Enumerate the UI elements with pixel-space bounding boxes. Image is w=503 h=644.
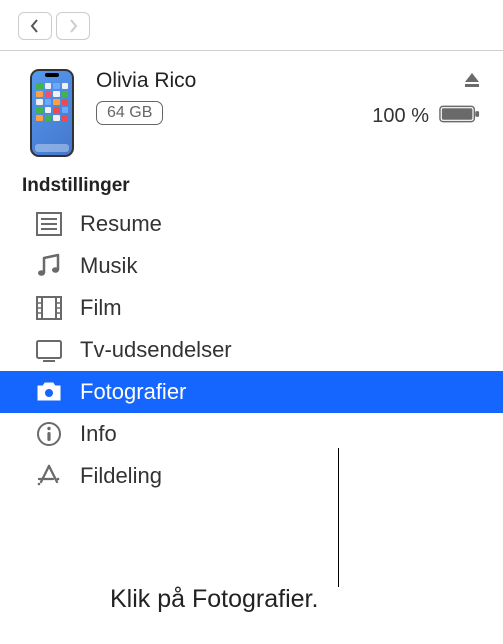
eject-icon bbox=[463, 71, 481, 89]
sidebar-item-film[interactable]: Film bbox=[0, 287, 503, 329]
sidebar-item-info[interactable]: Info bbox=[0, 413, 503, 455]
sidebar-item-label: Fotografier bbox=[80, 379, 186, 405]
device-name: Olivia Rico bbox=[96, 69, 196, 93]
sidebar-item-label: Tv-udsendelser bbox=[80, 337, 232, 363]
sidebar-item-label: Resume bbox=[80, 211, 162, 237]
sidebar-item-label: Musik bbox=[80, 253, 137, 279]
device-thumbnail bbox=[30, 69, 74, 157]
sidebar-item-photos[interactable]: Fotografier bbox=[0, 371, 503, 413]
sidebar-item-label: Fildeling bbox=[80, 463, 162, 489]
nav-toolbar bbox=[0, 0, 503, 51]
sidebar-item-tv[interactable]: Tv-udsendelser bbox=[0, 329, 503, 371]
tv-icon bbox=[34, 335, 64, 365]
settings-list: Resume Musik Film Tv-udsendelser Fotogra… bbox=[0, 203, 503, 497]
forward-button[interactable] bbox=[56, 12, 90, 40]
chevron-right-icon bbox=[68, 19, 78, 33]
battery-percent-label: 100 % bbox=[372, 105, 429, 128]
settings-section-header: Indstillinger bbox=[0, 175, 503, 203]
battery-status: 100 % bbox=[372, 104, 481, 129]
eject-button[interactable] bbox=[463, 71, 481, 94]
camera-icon bbox=[34, 377, 64, 407]
info-icon bbox=[34, 419, 64, 449]
chevron-left-icon bbox=[30, 19, 40, 33]
appstore-icon bbox=[34, 461, 64, 491]
callout-text: Klik på Fotografier. bbox=[110, 585, 318, 614]
battery-icon bbox=[439, 104, 481, 129]
capacity-badge: 64 GB bbox=[96, 101, 163, 125]
list-icon bbox=[34, 209, 64, 239]
sidebar-item-resume[interactable]: Resume bbox=[0, 203, 503, 245]
sidebar-item-music[interactable]: Musik bbox=[0, 245, 503, 287]
sidebar-item-label: Info bbox=[80, 421, 117, 447]
music-icon bbox=[34, 251, 64, 281]
sidebar-item-label: Film bbox=[80, 295, 122, 321]
device-header: Olivia Rico 64 GB 100 % bbox=[0, 51, 503, 175]
callout-line bbox=[338, 448, 339, 587]
sidebar-item-filesharing[interactable]: Fildeling bbox=[0, 455, 503, 497]
film-icon bbox=[34, 293, 64, 323]
back-button[interactable] bbox=[18, 12, 52, 40]
